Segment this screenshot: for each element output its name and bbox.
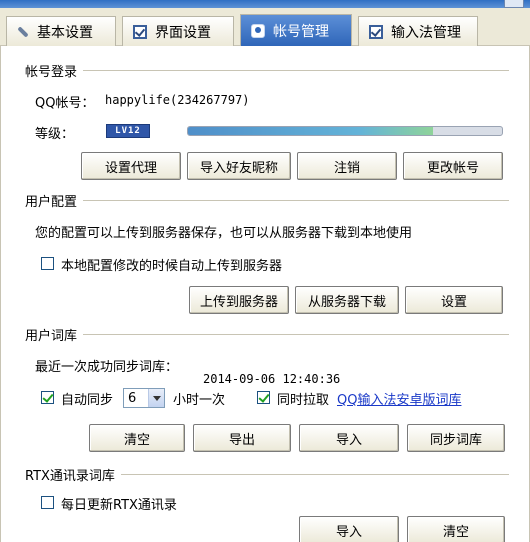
- dict-import-button[interactable]: 导入: [299, 424, 399, 452]
- android-dict-link[interactable]: QQ输入法安卓版词库: [337, 389, 461, 408]
- level-progress-bar: [187, 126, 503, 136]
- dict-clear-button[interactable]: 清空: [89, 424, 185, 452]
- sync-interval-value: 6: [128, 390, 137, 406]
- last-sync-label: 最近一次成功同步词库：: [35, 360, 179, 375]
- wrench-icon: [17, 25, 29, 38]
- sync-interval-unit: 小时一次: [173, 393, 226, 408]
- set-proxy-button[interactable]: 设置代理: [81, 152, 181, 180]
- config-description: 您的配置可以上传到服务器保存，也可以从服务器下载到本地使用: [35, 226, 413, 241]
- logout-button[interactable]: 注销: [297, 152, 397, 180]
- divider: [120, 473, 509, 475]
- rtx-clear-button[interactable]: 清空: [407, 516, 505, 542]
- rtx-daily-update-checkbox[interactable]: [41, 496, 54, 509]
- upload-to-server-button[interactable]: 上传到服务器: [189, 286, 289, 314]
- tab-basic-settings[interactable]: 基本设置: [6, 16, 116, 46]
- auto-sync-label: 自动同步: [61, 393, 114, 408]
- tab-account-management[interactable]: 帐号管理: [240, 14, 352, 46]
- chevron-down-icon[interactable]: [148, 389, 164, 407]
- close-button[interactable]: [504, 0, 524, 8]
- account-panel: 帐号登录 QQ帐号： happylife(234267797) 等级： LV12…: [0, 46, 530, 542]
- divider: [83, 69, 509, 71]
- level-badge: LV12: [106, 124, 150, 138]
- qq-account-value: happylife(234267797): [105, 93, 250, 107]
- auto-upload-label: 本地配置修改的时候自动上传到服务器: [61, 259, 283, 274]
- check-box-icon: [133, 24, 147, 39]
- level-progress-fill: [188, 127, 433, 135]
- auto-upload-checkbox[interactable]: [41, 257, 54, 270]
- check-box-icon: [369, 24, 383, 39]
- dict-export-button[interactable]: 导出: [193, 424, 291, 452]
- sync-interval-select[interactable]: 6: [123, 388, 165, 408]
- section-account-login: 帐号登录: [25, 62, 509, 80]
- config-settings-button[interactable]: 设置: [405, 286, 503, 314]
- section-user-dictionary: 用户词库: [25, 326, 509, 344]
- section-rtx-dictionary: RTX通讯录词库: [25, 466, 509, 484]
- change-account-button[interactable]: 更改帐号: [403, 152, 503, 180]
- title-bar: [0, 0, 530, 8]
- qq-account-label: QQ帐号：: [35, 96, 95, 111]
- tab-strip: 基本设置 界面设置 帐号管理 输入法管理: [0, 8, 530, 46]
- level-label: 等级：: [35, 127, 75, 142]
- import-nicknames-button[interactable]: 导入好友昵称: [187, 152, 291, 180]
- download-from-server-button[interactable]: 从服务器下载: [295, 286, 399, 314]
- tab-interface-settings[interactable]: 界面设置: [122, 16, 234, 46]
- user-icon: [251, 23, 265, 38]
- pull-android-dict-checkbox[interactable]: [257, 391, 270, 404]
- divider: [83, 199, 509, 201]
- auto-sync-checkbox[interactable]: [41, 391, 54, 404]
- dict-sync-button[interactable]: 同步词库: [407, 424, 505, 452]
- rtx-daily-update-label: 每日更新RTX通讯录: [61, 498, 177, 513]
- tab-ime-management[interactable]: 输入法管理: [358, 16, 478, 46]
- last-sync-time: 2014-09-06 12:40:36: [203, 372, 341, 386]
- pull-label: 同时拉取: [277, 393, 330, 408]
- rtx-import-button[interactable]: 导入: [299, 516, 399, 542]
- section-user-config: 用户配置: [25, 192, 509, 210]
- divider: [83, 333, 509, 335]
